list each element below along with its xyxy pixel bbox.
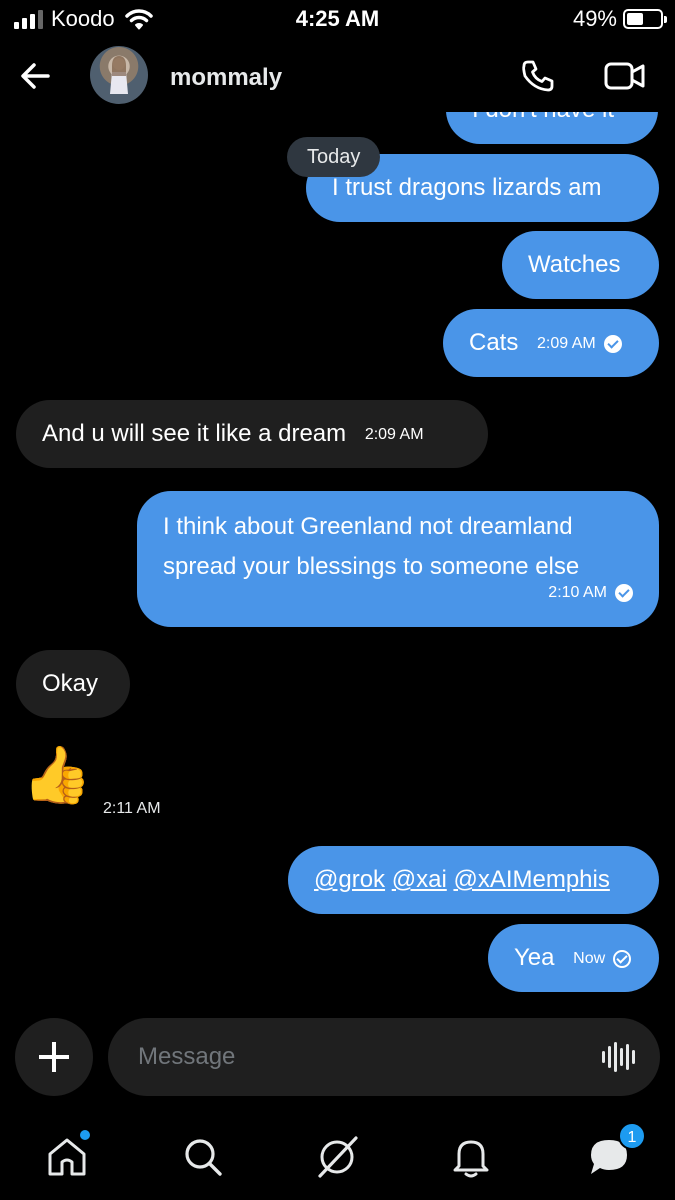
message-bubble[interactable]: Okay bbox=[16, 650, 130, 718]
date-separator: Today bbox=[287, 137, 381, 177]
message-text: I trust dragons lizards am bbox=[332, 174, 602, 201]
add-attachment-button[interactable] bbox=[15, 1018, 93, 1096]
avatar[interactable] bbox=[90, 46, 148, 104]
message-bubble[interactable]: Yea Now bbox=[488, 924, 659, 992]
status-right: 49% bbox=[572, 6, 667, 32]
back-arrow-icon[interactable] bbox=[18, 58, 54, 94]
message-text: Yea bbox=[514, 944, 555, 971]
message-thread[interactable]: I don't have it Today I trust dragons li… bbox=[0, 112, 675, 1010]
mention-link[interactable]: @grok bbox=[314, 866, 385, 893]
message-text: Okay bbox=[42, 670, 99, 697]
nav-messages[interactable]: 1 bbox=[586, 1122, 646, 1180]
avatar-person-icon bbox=[110, 56, 128, 94]
message-text: Cats bbox=[469, 329, 519, 356]
message-bubble-partial[interactable]: I don't have it bbox=[446, 112, 658, 144]
mention-link[interactable]: @xai bbox=[392, 866, 447, 893]
read-check-icon bbox=[615, 583, 633, 602]
nav-search[interactable] bbox=[180, 1134, 226, 1180]
message-meta: 2:09 AM bbox=[365, 415, 424, 455]
battery-icon bbox=[623, 9, 667, 29]
nav-grok[interactable] bbox=[314, 1134, 360, 1180]
message-text: And u will see it like a dream bbox=[42, 420, 347, 447]
conversation-header: mommaly bbox=[0, 40, 675, 112]
message-time: 2:10 AM bbox=[548, 583, 607, 601]
nav-home[interactable] bbox=[44, 1130, 90, 1180]
sent-check-icon bbox=[613, 949, 632, 968]
message-bubble[interactable]: Watches bbox=[502, 231, 659, 299]
battery-fill bbox=[627, 13, 643, 25]
contact-name[interactable]: mommaly bbox=[170, 64, 282, 92]
message-bubble[interactable]: @grok @xai @xAIMemphis bbox=[288, 846, 659, 914]
message-bubble[interactable]: I think about Greenland not dreamland sp… bbox=[137, 491, 659, 627]
notification-dot bbox=[80, 1130, 90, 1140]
message-time: 2:11 AM bbox=[103, 800, 161, 817]
message-time: 2:09 AM bbox=[537, 334, 596, 352]
message-text: I don't have it bbox=[472, 112, 614, 123]
nav-notifications[interactable] bbox=[448, 1134, 494, 1180]
unread-badge: 1 bbox=[618, 1122, 646, 1150]
search-icon bbox=[185, 1139, 222, 1176]
message-bubble[interactable]: And u will see it like a dream 2:09 AM bbox=[16, 400, 488, 468]
bottom-navigation: 1 bbox=[0, 1120, 675, 1200]
message-bubble[interactable]: Cats 2:09 AM bbox=[443, 309, 659, 377]
video-camera-icon[interactable] bbox=[604, 60, 646, 92]
message-time: Now bbox=[573, 949, 606, 967]
message-composer bbox=[0, 1018, 675, 1098]
message-input[interactable] bbox=[108, 1018, 660, 1096]
message-text: Watches bbox=[528, 251, 621, 278]
phone-icon[interactable] bbox=[520, 58, 556, 94]
voice-message-icon[interactable] bbox=[602, 1042, 638, 1072]
mention-link[interactable]: @xAIMemphis bbox=[453, 866, 609, 893]
thumbs-up-emoji[interactable]: 👍 bbox=[22, 740, 92, 810]
grok-icon bbox=[318, 1136, 358, 1178]
home-icon bbox=[48, 1138, 86, 1176]
bell-icon bbox=[453, 1140, 489, 1178]
message-meta: Now bbox=[573, 939, 632, 979]
battery-percent: 49% bbox=[572, 6, 617, 31]
read-check-icon bbox=[603, 334, 622, 353]
message-time: 2:09 AM bbox=[364, 425, 424, 443]
message-meta: 2:09 AM bbox=[537, 324, 622, 364]
message-text-line: I think about Greenland not dreamland bbox=[163, 513, 573, 540]
status-bar: Koodo 4:25 AM 49% bbox=[0, 0, 675, 38]
